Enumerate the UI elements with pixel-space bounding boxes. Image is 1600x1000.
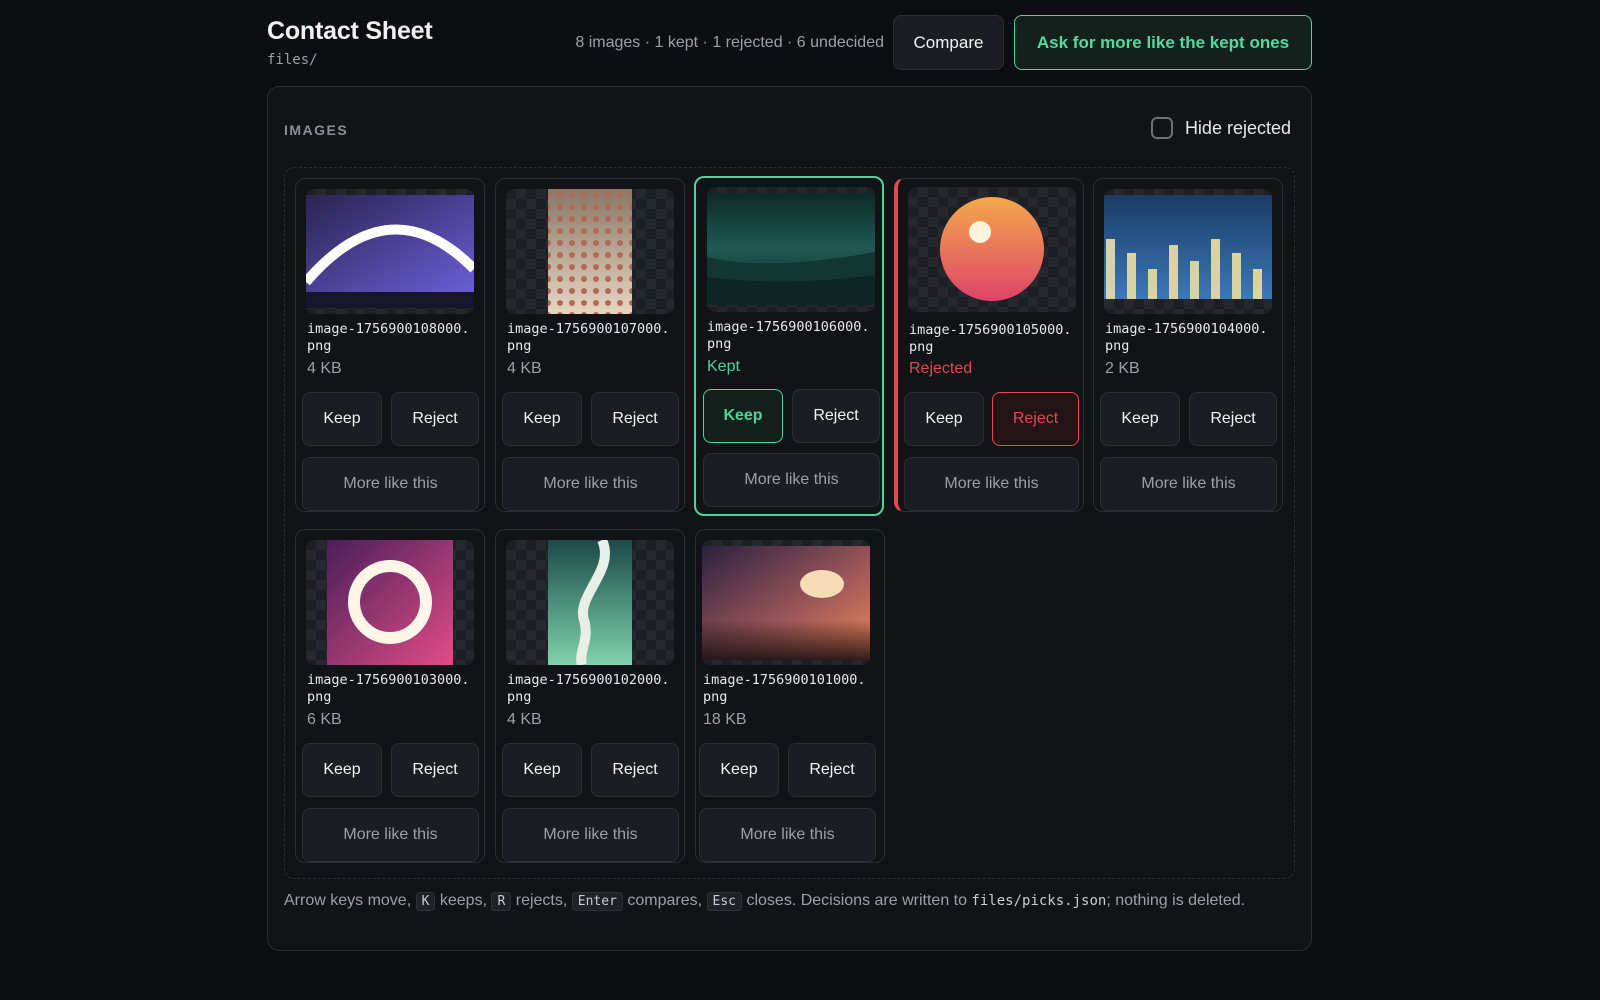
image-thumbnail[interactable] <box>702 540 870 665</box>
image-card[interactable]: image-1756900104000.png 2 KB Keep Reject… <box>1093 178 1283 512</box>
thumbnail-teal-waves-image <box>707 193 875 305</box>
keep-button[interactable]: Keep <box>502 743 582 797</box>
image-thumbnail[interactable] <box>506 540 674 665</box>
help-text: compares, <box>627 892 703 909</box>
image-filename: image-1756900101000.png <box>703 672 866 705</box>
image-card-kept[interactable]: image-1756900106000.png Kept Keep Reject… <box>694 176 884 516</box>
help-text: ; nothing is deleted. <box>1106 892 1246 909</box>
help-text: Arrow keys move, <box>284 892 412 909</box>
reject-button[interactable]: Reject <box>391 743 479 797</box>
image-thumbnail[interactable] <box>506 189 674 314</box>
thumbnail-bars-image <box>1104 195 1272 299</box>
reject-button[interactable]: Reject <box>788 743 876 797</box>
keyboard-help: Arrow keys move, K keeps, R rejects, Ent… <box>284 890 1284 913</box>
folder-path: files/ <box>267 52 318 68</box>
thumbnail-orb-image <box>940 197 1044 301</box>
ask-more-kept-button[interactable]: Ask for more like the kept ones <box>1014 15 1312 70</box>
keep-button[interactable]: Keep <box>302 743 382 797</box>
keep-button[interactable]: Keep <box>904 392 984 446</box>
more-like-this-button[interactable]: More like this <box>1100 457 1277 511</box>
image-filename: image-1756900103000.png <box>307 672 470 705</box>
image-card-rejected[interactable]: image-1756900105000.png Rejected Keep Re… <box>894 178 1084 512</box>
image-thumbnail[interactable] <box>908 187 1076 312</box>
app: Contact Sheet files/ 8 images · 1 kept ·… <box>267 0 1312 951</box>
thumbnail-river-image <box>548 540 632 665</box>
image-card[interactable]: image-1756900103000.png 6 KB Keep Reject… <box>295 529 485 863</box>
more-like-this-button[interactable]: More like this <box>904 457 1079 511</box>
image-card[interactable]: image-1756900101000.png 18 KB Keep Rejec… <box>695 529 885 863</box>
image-filename: image-1756900102000.png <box>507 672 670 705</box>
reject-button[interactable]: Reject <box>992 392 1079 446</box>
hide-rejected-toggle[interactable]: Hide rejected <box>1150 117 1291 139</box>
thumbnail-arc-image <box>306 195 474 308</box>
thumbnail-ring-image <box>327 540 453 665</box>
image-filename: image-1756900107000.png <box>507 321 670 354</box>
image-size: 6 KB <box>307 711 342 728</box>
section-label: IMAGES <box>284 122 349 138</box>
image-filename: image-1756900106000.png <box>707 319 870 352</box>
more-like-this-button[interactable]: More like this <box>703 453 880 507</box>
image-filename: image-1756900104000.png <box>1105 321 1268 354</box>
image-card[interactable]: image-1756900102000.png 4 KB Keep Reject… <box>495 529 685 863</box>
thumbnail-sunset-image <box>702 546 870 660</box>
picks-file-path: files/picks.json <box>971 893 1107 909</box>
images-panel: IMAGES Hide rejected image-1756900108000… <box>267 86 1312 951</box>
keep-button[interactable]: Keep <box>502 392 582 446</box>
keep-button[interactable]: Keep <box>302 392 382 446</box>
reject-button[interactable]: Reject <box>1189 392 1277 446</box>
more-like-this-button[interactable]: More like this <box>502 457 679 511</box>
image-size: 2 KB <box>1105 360 1140 377</box>
more-like-this-button[interactable]: More like this <box>302 808 479 862</box>
image-size: 18 KB <box>703 711 747 728</box>
kbd-enter: Enter <box>571 892 623 911</box>
kbd-esc: Esc <box>706 892 743 911</box>
image-card[interactable]: image-1756900108000.png 4 KB Keep Reject… <box>295 178 485 512</box>
image-grid: image-1756900108000.png 4 KB Keep Reject… <box>284 167 1295 879</box>
reject-button[interactable]: Reject <box>591 743 679 797</box>
image-size: 4 KB <box>507 360 542 377</box>
reject-button[interactable]: Reject <box>591 392 679 446</box>
image-thumbnail[interactable] <box>306 189 474 314</box>
kbd-k: K <box>415 892 436 911</box>
image-thumbnail[interactable] <box>306 540 474 665</box>
status-badge-rejected: Rejected <box>909 360 973 377</box>
image-size: 4 KB <box>507 711 542 728</box>
more-like-this-button[interactable]: More like this <box>502 808 679 862</box>
image-filename: image-1756900108000.png <box>307 321 470 354</box>
keep-button[interactable]: Keep <box>699 743 779 797</box>
reject-button[interactable]: Reject <box>391 392 479 446</box>
thumbnail-dots-image <box>548 189 632 314</box>
header: Contact Sheet files/ 8 images · 1 kept ·… <box>267 0 1312 84</box>
image-thumbnail[interactable] <box>1104 189 1272 314</box>
help-text: closes. Decisions are written to <box>746 892 967 909</box>
page-title: Contact Sheet <box>267 17 433 45</box>
keep-button[interactable]: Keep <box>1100 392 1180 446</box>
keep-button[interactable]: Keep <box>703 389 783 443</box>
reject-button[interactable]: Reject <box>792 389 880 443</box>
hide-rejected-checkbox[interactable] <box>1150 117 1173 139</box>
status-badge-kept: Kept <box>707 358 740 375</box>
kbd-r: R <box>491 892 512 911</box>
image-filename: image-1756900105000.png <box>909 322 1072 355</box>
more-like-this-button[interactable]: More like this <box>302 457 479 511</box>
image-stats: 8 images · 1 kept · 1 rejected · 6 undec… <box>575 34 884 51</box>
help-text: rejects, <box>515 892 568 909</box>
image-size: 4 KB <box>307 360 342 377</box>
image-card[interactable]: image-1756900107000.png 4 KB Keep Reject… <box>495 178 685 512</box>
more-like-this-button[interactable]: More like this <box>699 808 876 862</box>
hide-rejected-label: Hide rejected <box>1184 117 1291 138</box>
help-text: keeps, <box>439 892 488 909</box>
compare-button[interactable]: Compare <box>893 15 1004 70</box>
image-thumbnail[interactable] <box>707 187 875 312</box>
